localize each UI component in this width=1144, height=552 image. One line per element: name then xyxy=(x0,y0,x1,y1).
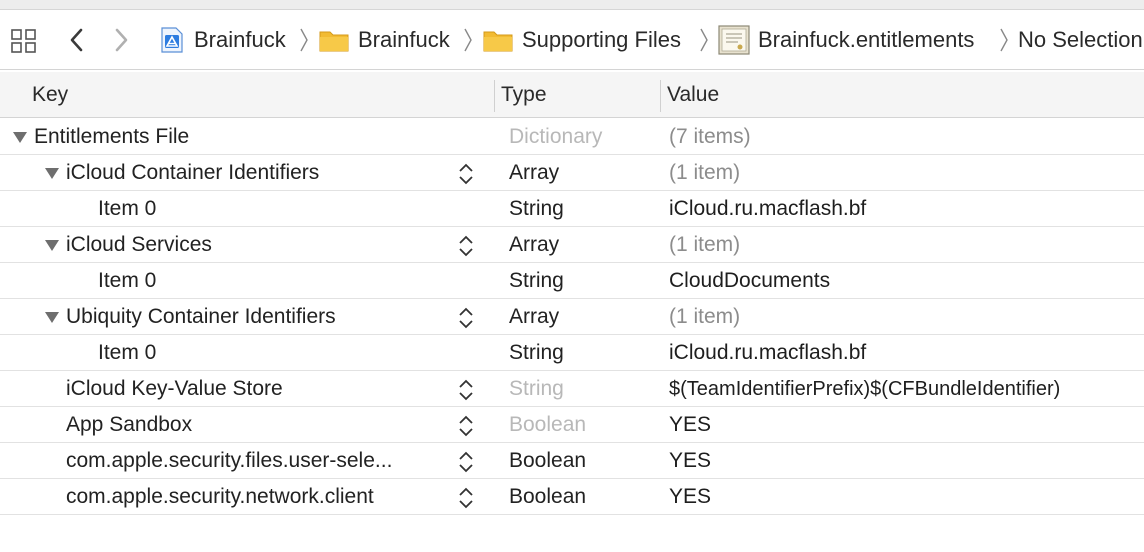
table-row[interactable]: com.apple.security.files.user-sele... Bo… xyxy=(0,443,1144,479)
breadcrumb-label: Brainfuck xyxy=(194,27,286,52)
row-value[interactable]: YES xyxy=(669,443,711,479)
breadcrumb-file[interactable]: Brainfuck.entitlements xyxy=(718,10,974,70)
row-key: iCloud Container Identifiers xyxy=(66,161,320,184)
row-type: String xyxy=(509,197,564,220)
column-divider[interactable] xyxy=(494,80,495,112)
disclosure-triangle-down-icon[interactable] xyxy=(44,238,60,252)
row-type: Array xyxy=(509,305,560,328)
column-header-type[interactable]: Type xyxy=(501,72,547,118)
row-key: com.apple.security.files.user-sele... xyxy=(66,449,393,472)
row-key: com.apple.security.network.client xyxy=(66,485,374,508)
key-stepper-icon[interactable] xyxy=(457,413,475,439)
plist-table: Entitlements File Dictionary (7 items) i… xyxy=(0,119,1144,515)
breadcrumb-selection[interactable]: No Selection xyxy=(1018,10,1143,70)
key-stepper-icon[interactable] xyxy=(457,161,475,187)
table-row[interactable]: com.apple.security.network.client Boolea… xyxy=(0,479,1144,515)
breadcrumb-folder[interactable]: Supporting Files xyxy=(482,10,681,70)
table-row[interactable]: Item 0 String CloudDocuments xyxy=(0,263,1144,299)
row-type: String xyxy=(509,377,564,400)
row-key: Entitlements File xyxy=(34,125,190,148)
breadcrumb-label: Brainfuck.entitlements xyxy=(758,27,975,52)
row-value[interactable]: iCloud.ru.macflash.bf xyxy=(669,191,866,227)
column-header-key[interactable]: Key xyxy=(32,72,68,118)
row-type: String xyxy=(509,269,564,292)
key-stepper-icon[interactable] xyxy=(457,449,475,475)
row-key: Ubiquity Container Identifiers xyxy=(66,305,336,328)
disclosure-triangle-down-icon[interactable] xyxy=(44,166,60,180)
row-key: iCloud Key-Value Store xyxy=(66,377,283,400)
row-value[interactable]: YES xyxy=(669,407,711,443)
disclosure-triangle-down-icon[interactable] xyxy=(12,130,28,144)
row-type: Boolean xyxy=(509,485,587,508)
column-header: Key Type Value xyxy=(0,72,1144,118)
row-type: Dictionary xyxy=(509,125,603,148)
row-type: Array xyxy=(509,233,560,256)
table-row[interactable]: Entitlements File Dictionary (7 items) xyxy=(0,119,1144,155)
table-row[interactable]: App Sandbox Boolean YES xyxy=(0,407,1144,443)
related-items-grid-icon[interactable] xyxy=(10,27,38,55)
jump-bar: Brainfuck Brainfuck Supporting Files Bra… xyxy=(0,10,1144,70)
row-type: String xyxy=(509,341,564,364)
row-type: Array xyxy=(509,161,560,184)
chevron-right-icon xyxy=(464,28,472,52)
table-row[interactable]: iCloud Container Identifiers Array (1 it… xyxy=(0,155,1144,191)
key-stepper-icon[interactable] xyxy=(457,485,475,511)
breadcrumb-group[interactable]: Brainfuck xyxy=(318,10,450,70)
row-value: (1 item) xyxy=(669,305,741,328)
key-stepper-icon[interactable] xyxy=(457,233,475,259)
chevron-right-icon xyxy=(700,28,708,52)
breadcrumb-label: No Selection xyxy=(1018,27,1143,52)
row-value: (1 item) xyxy=(669,161,741,184)
row-value: (7 items) xyxy=(669,125,751,148)
column-header-value[interactable]: Value xyxy=(667,72,719,118)
row-value[interactable]: YES xyxy=(669,479,711,515)
breadcrumb-label: Supporting Files xyxy=(522,27,681,52)
row-type: Boolean xyxy=(509,449,587,472)
chevron-left-icon[interactable] xyxy=(66,24,88,56)
row-value[interactable]: CloudDocuments xyxy=(669,263,830,299)
key-stepper-icon[interactable] xyxy=(457,305,475,331)
table-row[interactable]: Item 0 String iCloud.ru.macflash.bf xyxy=(0,335,1144,371)
chevron-right-icon[interactable] xyxy=(110,24,132,56)
entitlements-file-icon xyxy=(718,25,750,55)
xcode-project-icon xyxy=(161,27,183,53)
row-key: App Sandbox xyxy=(66,413,193,436)
row-value: (1 item) xyxy=(669,233,741,256)
row-key: Item 0 xyxy=(98,341,157,364)
table-row[interactable]: Item 0 String iCloud.ru.macflash.bf xyxy=(0,191,1144,227)
disclosure-triangle-down-icon[interactable] xyxy=(44,310,60,324)
row-value[interactable]: $(TeamIdentifierPrefix)$(CFBundleIdentif… xyxy=(669,371,1060,407)
chevron-right-icon xyxy=(1000,28,1008,52)
table-row[interactable]: iCloud Services Array (1 item) xyxy=(0,227,1144,263)
key-stepper-icon[interactable] xyxy=(457,377,475,403)
folder-icon xyxy=(319,31,349,52)
table-row[interactable]: iCloud Key-Value Store String $(TeamIden… xyxy=(0,371,1144,407)
folder-icon xyxy=(483,31,513,52)
row-key: iCloud Services xyxy=(66,233,212,256)
row-type: Boolean xyxy=(509,413,587,436)
window-top-edge xyxy=(0,0,1144,10)
breadcrumb-project[interactable]: Brainfuck xyxy=(158,10,286,70)
row-value[interactable]: iCloud.ru.macflash.bf xyxy=(669,335,866,371)
chevron-right-icon xyxy=(300,28,308,52)
table-row[interactable]: Ubiquity Container Identifiers Array (1 … xyxy=(0,299,1144,335)
row-key: Item 0 xyxy=(98,269,157,292)
breadcrumb-label: Brainfuck xyxy=(358,27,450,52)
row-key: Item 0 xyxy=(98,197,157,220)
column-divider[interactable] xyxy=(660,80,661,112)
